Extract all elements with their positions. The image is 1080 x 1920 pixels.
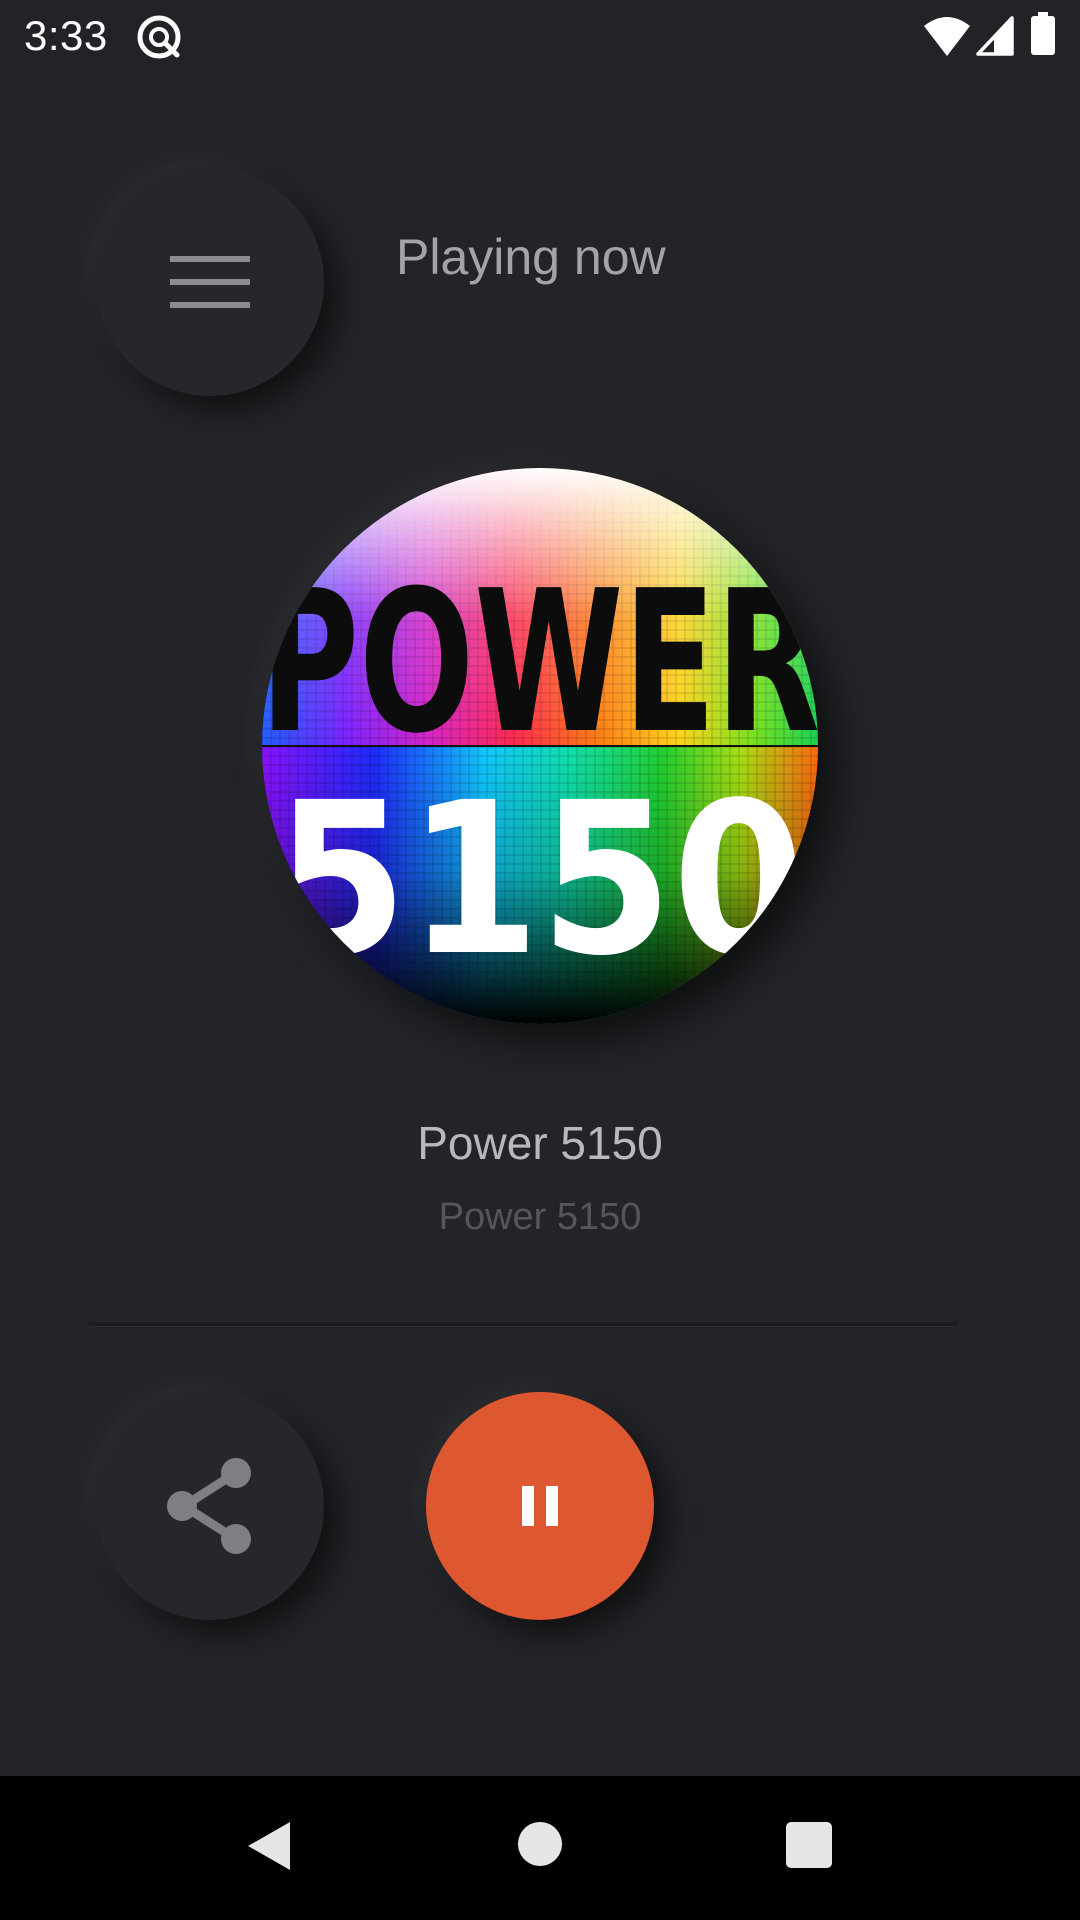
station-artwork: POWER 5150 [262, 468, 818, 1024]
back-icon[interactable] [244, 1820, 294, 1872]
pause-icon [522, 1486, 558, 1526]
pause-button[interactable] [426, 1392, 654, 1620]
app-notification-icon [137, 15, 181, 59]
battery-icon [1031, 12, 1055, 55]
station-subtitle: Power 5150 [438, 1196, 642, 1238]
status-time: 3:33 [24, 12, 108, 59]
menu-button[interactable] [96, 168, 324, 396]
station-name: Power 5150 [417, 1117, 663, 1169]
wifi-icon [924, 17, 970, 56]
player-screen: 3:33 Playing now POWER 5150 Power 5150 P… [0, 0, 1080, 1920]
artwork-top-text: POWER [262, 549, 818, 777]
recents-icon[interactable] [786, 1822, 832, 1868]
artwork-bottom-text: 5150 [275, 757, 805, 1002]
status-bar: 3:33 [0, 0, 1080, 74]
divider [88, 1322, 958, 1327]
share-button[interactable] [96, 1392, 324, 1620]
share-icon [167, 1458, 251, 1554]
home-icon[interactable] [518, 1822, 562, 1866]
page-title: Playing now [396, 229, 666, 285]
system-nav-bar [0, 1776, 1080, 1920]
hamburger-menu-icon [170, 256, 250, 308]
cell-signal-icon [976, 16, 1014, 56]
